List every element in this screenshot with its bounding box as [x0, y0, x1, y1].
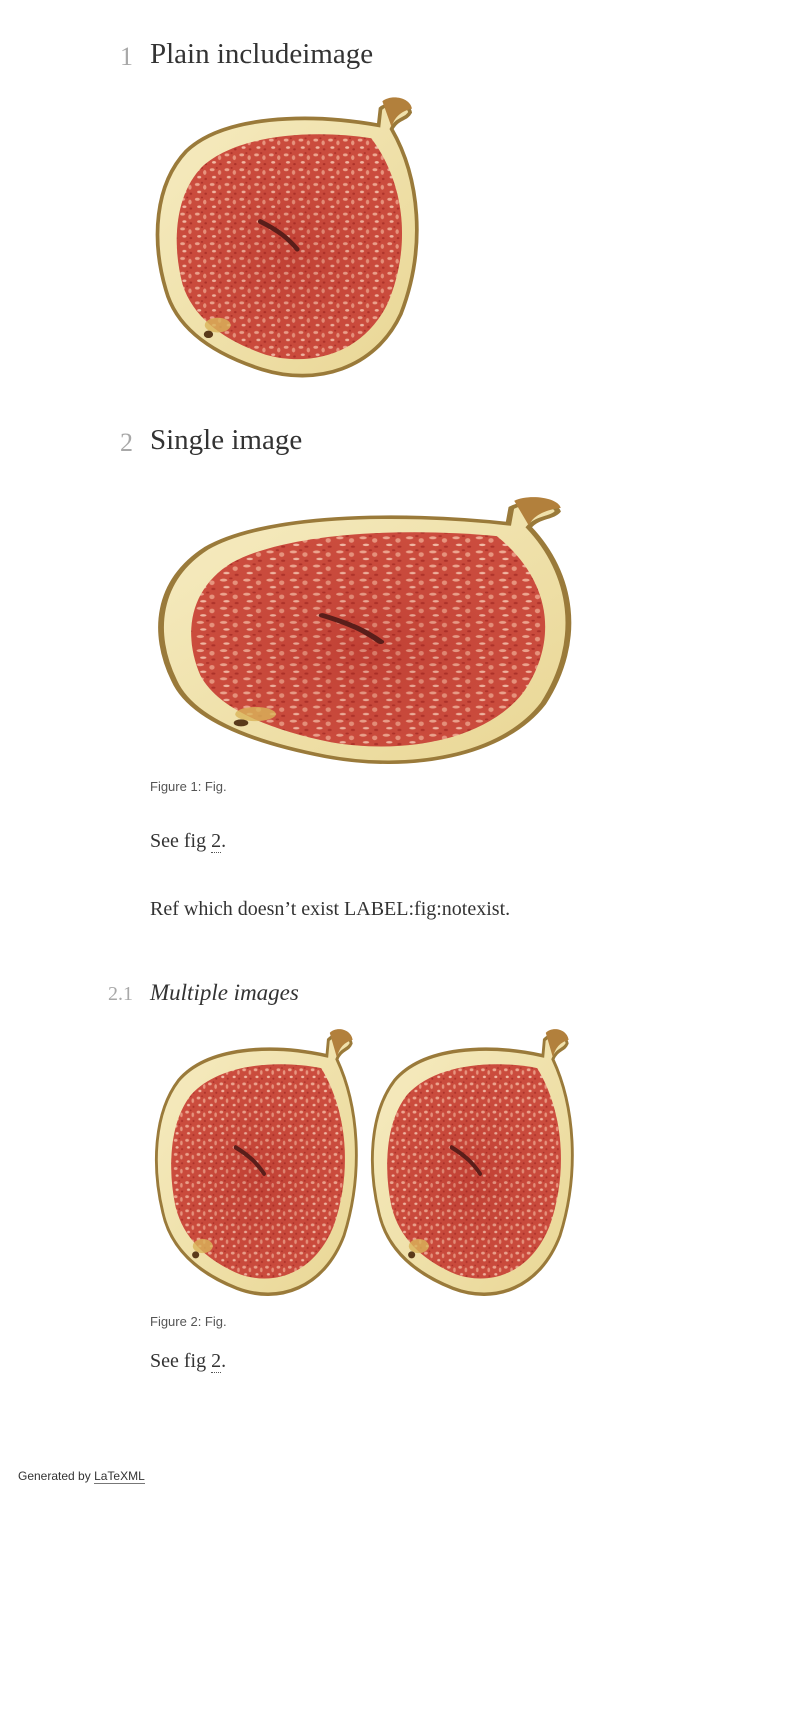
fig-fruit-graphic-right: [366, 1024, 580, 1306]
fig-fruit-graphic: [148, 92, 428, 388]
figure-2-caption: Figure 2: Fig.: [150, 1314, 227, 1329]
section-2-number: 2: [120, 428, 133, 457]
section-1-number: 1: [120, 42, 133, 71]
fig-fruit-wide-image: [148, 492, 584, 774]
fig-fruit-graphic-left: [150, 1024, 364, 1306]
figure-ref-link[interactable]: 2: [211, 1350, 222, 1373]
paragraph-text: .: [221, 1350, 227, 1372]
section-1-title: Plain includeimage: [150, 38, 374, 70]
paragraph-missing-ref: Ref which doesn’t exist LABEL:fig:notexi…: [150, 898, 511, 920]
section-2-title: Single image: [150, 424, 303, 456]
subsection-2-1-number: 2.1: [108, 983, 133, 1005]
paragraph-text: See fig: [150, 830, 212, 852]
footer-text: Generated by: [18, 1469, 95, 1483]
fig-fruit-image-left: [150, 1024, 364, 1306]
figure-ref-link[interactable]: 2: [211, 830, 222, 853]
latexml-link[interactable]: LaTeXML: [94, 1469, 145, 1484]
figure-1-caption: Figure 1: Fig.: [150, 779, 227, 794]
paragraph-see-fig: See fig 2.: [150, 830, 226, 853]
footer: Generated by LaTeXML: [18, 1469, 145, 1484]
fig-fruit-image: [148, 92, 428, 388]
paragraph-see-fig-2: See fig 2.: [150, 1350, 226, 1373]
fig-fruit-image-right: [366, 1024, 580, 1306]
subsection-2-1-title: Multiple images: [150, 980, 299, 1005]
paragraph-text: .: [221, 830, 227, 852]
fig-fruit-wide-graphic: [148, 492, 584, 774]
paragraph-text: See fig: [150, 1350, 212, 1372]
